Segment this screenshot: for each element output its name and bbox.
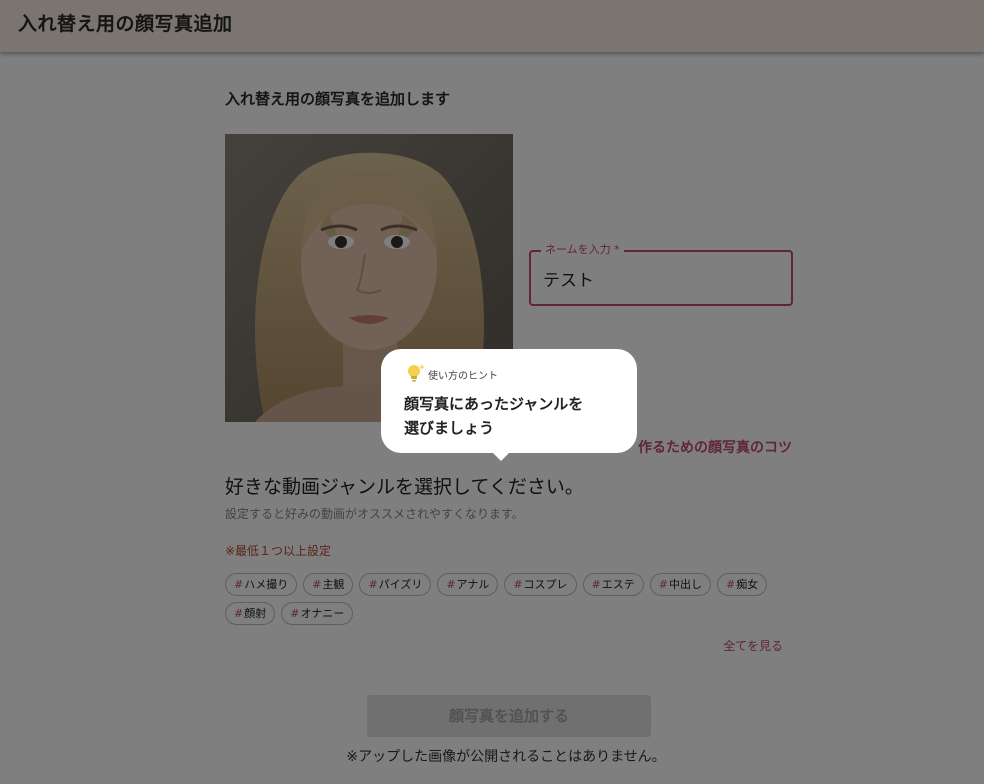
hint-text-line: 選びましょう (404, 419, 495, 437)
lightbulb-icon (408, 364, 425, 382)
hint-text-line: 顔写真にあったジャンルを (404, 395, 584, 413)
hint-bubble: 使い方のヒント 顔写真にあったジャンルを 選びましょう (381, 349, 637, 461)
hint-text: 顔写真にあったジャンルを 選びましょう (404, 392, 624, 440)
hint-caption: 使い方のヒント (428, 371, 498, 382)
